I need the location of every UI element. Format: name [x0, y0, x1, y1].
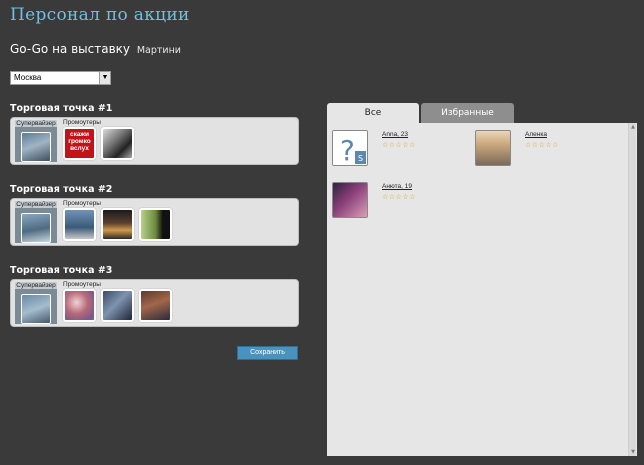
point-box-2: Супервайзер Промоутеры	[10, 198, 299, 246]
candidate-name-link[interactable]: Аленка	[525, 131, 547, 138]
supervisor-slot[interactable]: Супервайзер	[15, 120, 57, 162]
promoters-label: Промоутеры	[63, 200, 101, 207]
promoter-avatar[interactable]	[63, 289, 96, 322]
brand-name: Мартини	[136, 45, 181, 56]
candidate-avatar[interactable]	[475, 130, 511, 166]
candidate-avatar[interactable]	[332, 182, 368, 218]
promoter-avatar[interactable]	[139, 208, 172, 241]
city-select-value: Москва	[14, 73, 42, 82]
supervisor-avatar[interactable]	[21, 294, 51, 324]
candidates-panel: ? S Anna, 23 ☆☆☆☆☆ Аленка ☆☆☆☆☆ Анюта, 1…	[327, 123, 637, 456]
campaign-subtitle: Go-Go на выставку Мартини	[10, 42, 181, 56]
supervisor-slot[interactable]: Супервайзер	[15, 201, 57, 243]
svg-text:S: S	[358, 154, 363, 163]
promoter-avatar[interactable]	[101, 208, 134, 241]
rating-stars[interactable]: ☆☆☆☆☆	[525, 141, 559, 149]
tab-all-responded[interactable]: Все откликнувшиеся	[327, 103, 419, 139]
question-avatar-icon: ? S	[333, 131, 367, 166]
promoter-avatar[interactable]	[101, 289, 134, 322]
supervisor-label: Супервайзер	[15, 201, 57, 208]
candidate-avatar[interactable]: ? S	[332, 130, 368, 166]
promoters-label: Промоутеры	[63, 281, 101, 288]
city-select[interactable]: Москва ▼	[10, 71, 111, 85]
candidate-name-link[interactable]: Anna, 23	[382, 131, 408, 138]
supervisor-avatar[interactable]	[21, 132, 51, 162]
page-title: Персонал по акции	[10, 5, 190, 25]
promoter-avatar-caption: скажи громко вслух	[68, 131, 91, 152]
panel-scrollbar[interactable]: ▲ ▼	[628, 123, 636, 456]
point-title-3: Торговая точка #3	[10, 265, 113, 276]
rating-stars[interactable]: ☆☆☆☆☆	[382, 193, 416, 201]
point-title-2: Торговая точка #2	[10, 184, 113, 195]
point-title-1: Торговая точка #1	[10, 103, 113, 114]
supervisor-label: Супервайзер	[15, 120, 57, 127]
promoter-avatar[interactable]	[139, 289, 172, 322]
point-box-3: Супервайзер Промоутеры	[10, 279, 299, 327]
promoter-avatar[interactable]	[101, 127, 134, 160]
scroll-up-icon[interactable]: ▲	[629, 123, 637, 131]
rating-stars[interactable]: ☆☆☆☆☆	[382, 141, 416, 149]
promoter-avatar[interactable]	[63, 208, 96, 241]
svg-text:?: ?	[340, 134, 355, 166]
candidate-name-link[interactable]: Анюта, 19	[382, 183, 412, 190]
point-box-1: Супервайзер Промоутеры скажи громко вслу…	[10, 117, 299, 165]
supervisor-slot[interactable]: Супервайзер	[15, 282, 57, 324]
supervisor-label: Супервайзер	[15, 282, 57, 289]
promoters-label: Промоутеры	[63, 119, 101, 126]
supervisor-avatar[interactable]	[21, 213, 51, 243]
promoter-avatar[interactable]: скажи громко вслух	[63, 127, 96, 160]
scroll-down-icon[interactable]: ▼	[629, 448, 637, 456]
campaign-name: Go-Go на выставку	[10, 42, 131, 56]
chevron-down-icon[interactable]: ▼	[99, 72, 110, 84]
save-button[interactable]: Сохранить	[237, 346, 298, 360]
tab-favorites[interactable]: Избранные	[421, 103, 514, 124]
